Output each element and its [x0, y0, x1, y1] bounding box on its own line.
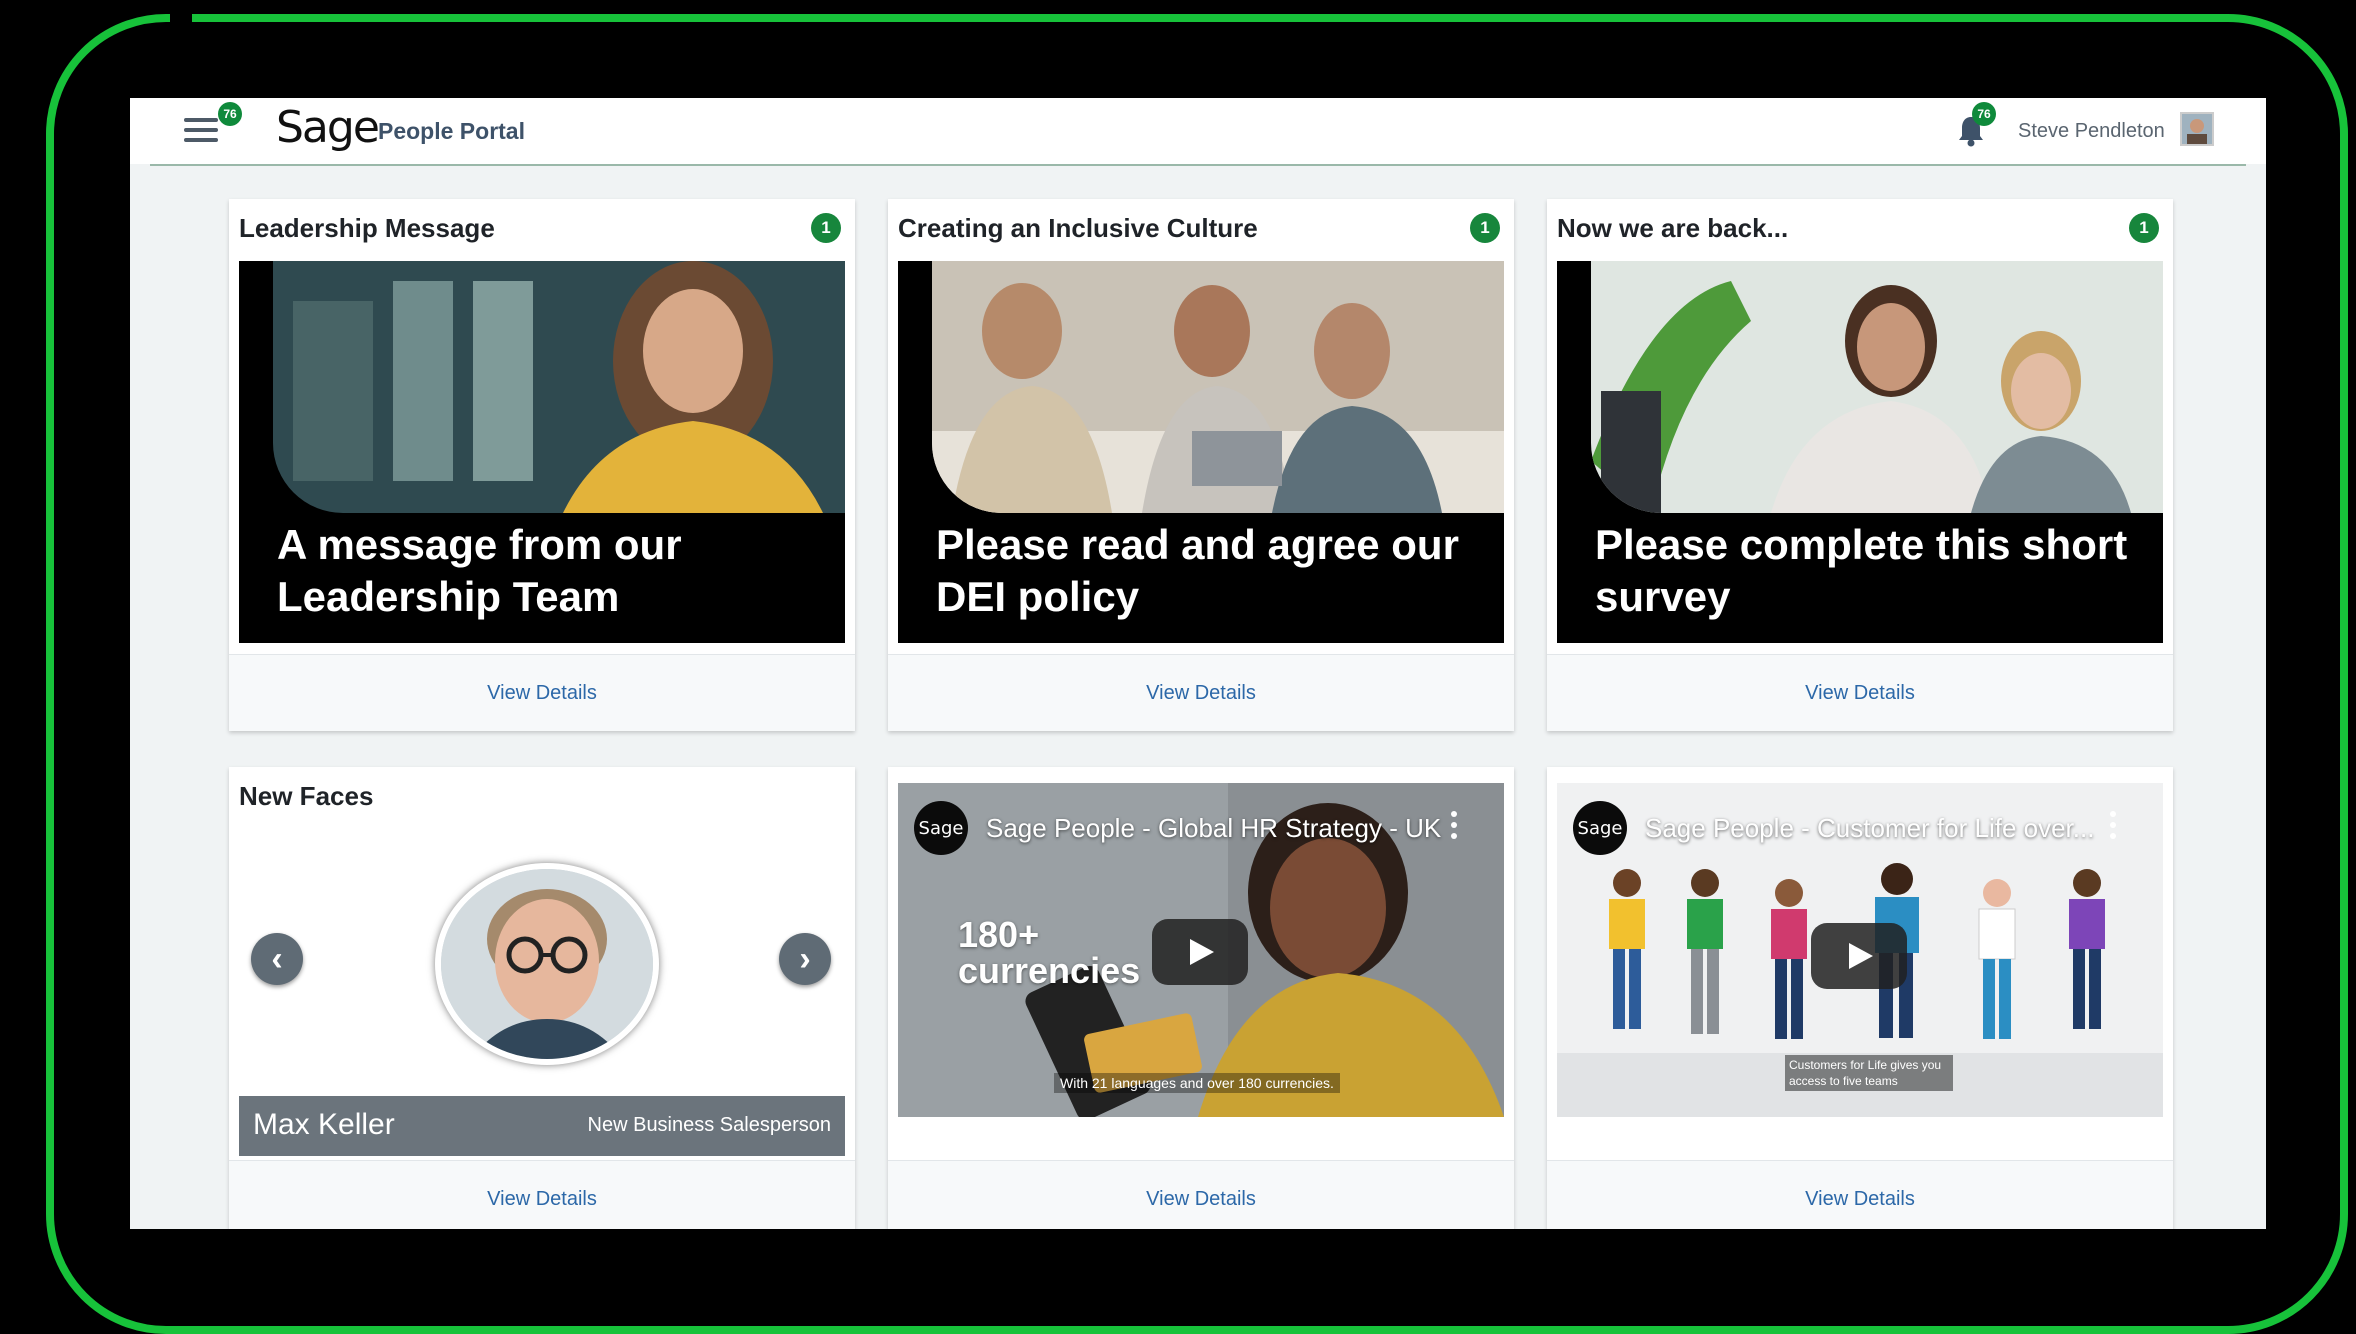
new-face-info-bar: Max Keller New Business Salesperson [239, 1096, 845, 1156]
card-title: New Faces [239, 781, 374, 811]
portal-title: People Portal [378, 118, 525, 144]
channel-logo[interactable]: Sage [914, 801, 968, 855]
banner-text: A message from our Leadership Team [277, 521, 682, 620]
kebab-menu-icon[interactable] [2109, 811, 2117, 841]
menu-badge: 76 [218, 102, 242, 126]
channel-logo[interactable]: Sage [1573, 801, 1627, 855]
hamburger-icon[interactable] [184, 118, 218, 146]
user-name[interactable]: Steve Pendleton [2018, 120, 2165, 143]
banner-text: Please complete this short survey [1595, 521, 2128, 620]
view-details-link[interactable]: View Details [888, 1160, 1514, 1229]
sage-logo[interactable]: Sage [276, 102, 380, 153]
card-video-hr-strategy: Sage Sage People - Global HR Strategy - … [888, 767, 1514, 1229]
video-caption: With 21 languages and over 180 currencie… [1054, 1073, 1340, 1093]
video-player[interactable]: Sage Sage People - Customer for Life ove… [1557, 783, 2163, 1117]
new-face-name: Max Keller [253, 1108, 395, 1141]
card-banner[interactable]: A message from our Leadership Team [239, 261, 845, 643]
card-new-faces: New Faces ‹ › Max Keller New Business Sa… [229, 767, 855, 1229]
card-survey: Now we are back... 1 Please complete thi… [1547, 199, 2173, 731]
card-badge: 1 [2129, 213, 2159, 243]
notification-badge: 76 [1972, 102, 1996, 126]
view-details-link[interactable]: View Details [888, 654, 1514, 731]
topbar-divider [150, 164, 2246, 166]
chevron-left-icon[interactable]: ‹ [251, 933, 303, 985]
new-face-role: New Business Salesperson [587, 1114, 831, 1136]
new-face-photo [435, 863, 659, 1065]
user-avatar[interactable] [2180, 112, 2214, 146]
card-title: Now we are back... [1557, 213, 1789, 243]
card-badge: 1 [1470, 213, 1500, 243]
video-caption: Customers for Life gives you access to f… [1785, 1055, 1953, 1091]
card-inclusive-culture: Creating an Inclusive Culture 1 Please r… [888, 199, 1514, 731]
top-bar: 76 Sage People Portal 76 Steve Pendleton [130, 98, 2266, 164]
video-overlay-text: 180+ currencies [958, 914, 1141, 991]
video-player[interactable]: Sage Sage People - Global HR Strategy - … [898, 783, 1504, 1117]
team-meeting-photo [932, 261, 1504, 513]
chevron-right-icon[interactable]: › [779, 933, 831, 985]
woman-portrait-photo [273, 261, 845, 513]
frame-gap [170, 8, 192, 32]
colleagues-at-screen-photo [1591, 261, 2163, 513]
card-title: Leadership Message [239, 213, 495, 243]
kebab-menu-icon[interactable] [1450, 811, 1458, 841]
play-icon[interactable] [1152, 919, 1248, 985]
card-badge: 1 [811, 213, 841, 243]
video-title[interactable]: Sage People - Customer for Life over... [1645, 813, 2094, 844]
portal-screen: 76 Sage People Portal 76 Steve Pendleton… [130, 98, 2266, 1229]
banner-text: Please read and agree our DEI policy [936, 521, 1459, 620]
card-banner[interactable]: Please read and agree our DEI policy [898, 261, 1504, 643]
card-leadership-message: Leadership Message 1 A message from our … [229, 199, 855, 731]
video-title[interactable]: Sage People - Global HR Strategy - UK [986, 813, 1441, 844]
view-details-link[interactable]: View Details [1547, 1160, 2173, 1229]
view-details-link[interactable]: View Details [1547, 654, 2173, 731]
card-video-customer-for-life: Sage Sage People - Customer for Life ove… [1547, 767, 2173, 1229]
play-icon[interactable] [1811, 923, 1907, 989]
card-banner[interactable]: Please complete this short survey [1557, 261, 2163, 643]
view-details-link[interactable]: View Details [229, 654, 855, 731]
view-details-link[interactable]: View Details [229, 1160, 855, 1229]
card-title: Creating an Inclusive Culture [898, 213, 1258, 243]
